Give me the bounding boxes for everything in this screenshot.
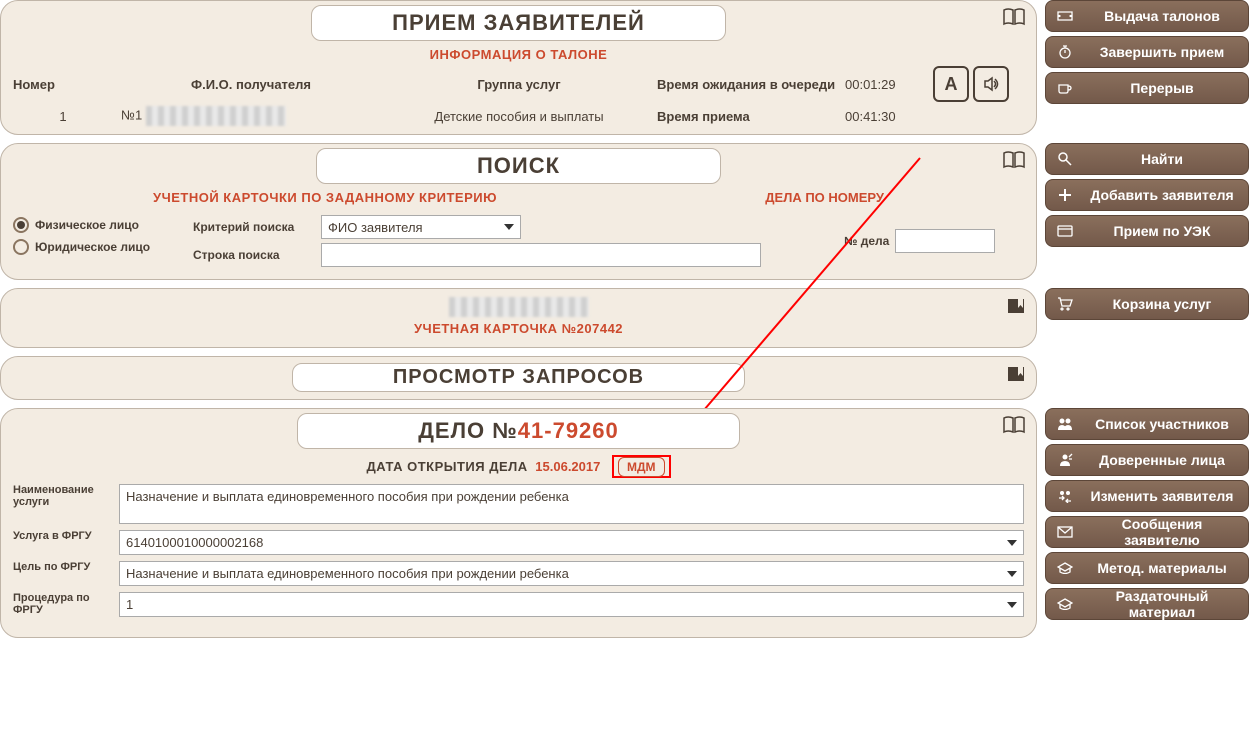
wait-time: 00:01:29: [845, 77, 925, 92]
col-num: Номер: [13, 77, 113, 92]
case-num-input[interactable]: [895, 229, 995, 253]
case-panel: ДЕЛО №41-79260 ДАТА ОТКРЫТИЯ ДЕЛА 15.06.…: [0, 408, 1037, 638]
recv-time: 00:41:30: [845, 109, 925, 124]
trusted-button[interactable]: Доверенные лица: [1045, 444, 1249, 476]
row-fio: №1: [121, 106, 381, 126]
handshake-icon: [1054, 453, 1076, 467]
envelope-icon: [1054, 526, 1076, 538]
method-label: Метод. материалы: [1084, 560, 1240, 576]
search-string-input[interactable]: [321, 243, 761, 267]
row-num: 1: [13, 109, 113, 124]
uek-button[interactable]: Прием по УЭК: [1045, 215, 1249, 247]
card-name-blur: [13, 297, 1024, 317]
card-subtitle: УЧЕТНАЯ КАРТОЧКА №207442: [13, 321, 1024, 336]
service-name-value[interactable]: Назначение и выплата единовременного пос…: [119, 484, 1024, 524]
break-label: Перерыв: [1084, 80, 1240, 96]
requests-panel: ПРОСМОТР ЗАПРОСОВ: [0, 356, 1037, 400]
card-icon: [1054, 225, 1076, 237]
bookmark-icon[interactable]: [1006, 365, 1026, 385]
criteria-select[interactable]: ФИО заявителя: [321, 215, 521, 239]
goal-label: Цель по ФРГУ: [13, 561, 113, 586]
search-icon: [1054, 151, 1076, 167]
col-wait: Время ожидания в очереди: [657, 77, 837, 92]
handout-label: Раздаточный материал: [1084, 588, 1240, 620]
proc-label: Процедура по ФРГУ: [13, 592, 113, 617]
graduation-icon: [1054, 562, 1076, 574]
issue-tickets-button[interactable]: Выдача талонов: [1045, 0, 1249, 32]
book-icon[interactable]: [1002, 7, 1026, 27]
search-title: ПОИСК: [316, 148, 721, 184]
stopwatch-icon: [1054, 44, 1076, 60]
case-open-date: 15.06.2017: [535, 459, 600, 474]
messages-label: Сообщения заявителю: [1084, 516, 1240, 548]
case-open-label: ДАТА ОТКРЫТИЯ ДЕЛА: [366, 459, 527, 474]
cart-icon: [1054, 297, 1076, 311]
book-icon[interactable]: [1002, 150, 1026, 170]
reception-subtitle: ИНФОРМАЦИЯ О ТАЛОНЕ: [13, 47, 1024, 62]
coffee-icon: [1054, 81, 1076, 95]
handout-button[interactable]: Раздаточный материал: [1045, 588, 1249, 620]
ticket-icon: [1054, 10, 1076, 22]
col-recv: Время приема: [657, 109, 837, 124]
trusted-label: Доверенные лица: [1084, 452, 1240, 468]
frgu-select[interactable]: 6140100010000002168: [119, 530, 1024, 555]
string-label: Строка поиска: [193, 248, 313, 262]
auto-button[interactable]: А: [933, 66, 969, 102]
mdm-button[interactable]: МДМ: [618, 457, 665, 477]
search-panel: ПОИСК УЧЕТНОЙ КАРТОЧКИ ПО ЗАДАННОМУ КРИТ…: [0, 143, 1037, 280]
swap-icon: [1054, 489, 1076, 503]
criteria-label: Критерий поиска: [193, 220, 313, 234]
row-group: Детские пособия и выплаты: [389, 109, 649, 124]
mdm-highlight: МДМ: [612, 455, 671, 478]
sound-button[interactable]: [973, 66, 1009, 102]
radio-physical[interactable]: Физическое лицо: [13, 217, 173, 233]
card-panel: УЧЕТНАЯ КАРТОЧКА №207442: [0, 288, 1037, 348]
cart-button[interactable]: Корзина услуг: [1045, 288, 1249, 320]
find-label: Найти: [1084, 151, 1240, 167]
case-title: ДЕЛО №41-79260: [297, 413, 740, 449]
reception-panel: ПРИЕМ ЗАЯВИТЕЛЕЙ ИНФОРМАЦИЯ О ТАЛОНЕ Ном…: [0, 0, 1037, 135]
frgu-label: Услуга в ФРГУ: [13, 530, 113, 555]
issue-label: Выдача талонов: [1084, 8, 1240, 24]
reception-title: ПРИЕМ ЗАЯВИТЕЛЕЙ: [311, 5, 726, 41]
add-applicant-button[interactable]: Добавить заявителя: [1045, 179, 1249, 211]
method-button[interactable]: Метод. материалы: [1045, 552, 1249, 584]
case-number: 41-79260: [518, 418, 619, 443]
case-num-label: № дела: [844, 234, 889, 248]
find-button[interactable]: Найти: [1045, 143, 1249, 175]
add-label: Добавить заявителя: [1084, 187, 1240, 203]
col-fio: Ф.И.О. получателя: [121, 77, 381, 92]
requests-title: ПРОСМОТР ЗАПРОСОВ: [292, 363, 745, 392]
proc-select[interactable]: 1: [119, 592, 1024, 617]
col-group: Группа услуг: [389, 77, 649, 92]
plus-icon: [1054, 188, 1076, 202]
participants-button[interactable]: Список участников: [1045, 408, 1249, 440]
search-right-subtitle: ДЕЛА ПО НОМЕРУ: [765, 190, 884, 205]
finish-label: Завершить прием: [1084, 44, 1240, 60]
book-icon[interactable]: [1002, 415, 1026, 435]
graduation-icon: [1054, 598, 1076, 610]
change-applicant-button[interactable]: Изменить заявителя: [1045, 480, 1249, 512]
service-name-label: Наименование услуги: [13, 484, 113, 524]
cart-label: Корзина услуг: [1084, 296, 1240, 312]
messages-button[interactable]: Сообщения заявителю: [1045, 516, 1249, 548]
bookmark-icon[interactable]: [1006, 297, 1026, 317]
change-label: Изменить заявителя: [1084, 488, 1240, 504]
people-icon: [1054, 417, 1076, 431]
break-button[interactable]: Перерыв: [1045, 72, 1249, 104]
participants-label: Список участников: [1084, 416, 1240, 432]
radio-juridical[interactable]: Юридическое лицо: [13, 239, 173, 255]
search-left-subtitle: УЧЕТНОЙ КАРТОЧКИ ПО ЗАДАННОМУ КРИТЕРИЮ: [153, 190, 497, 205]
finish-button[interactable]: Завершить прием: [1045, 36, 1249, 68]
goal-select[interactable]: Назначение и выплата единовременного пос…: [119, 561, 1024, 586]
uek-label: Прием по УЭК: [1084, 223, 1240, 239]
